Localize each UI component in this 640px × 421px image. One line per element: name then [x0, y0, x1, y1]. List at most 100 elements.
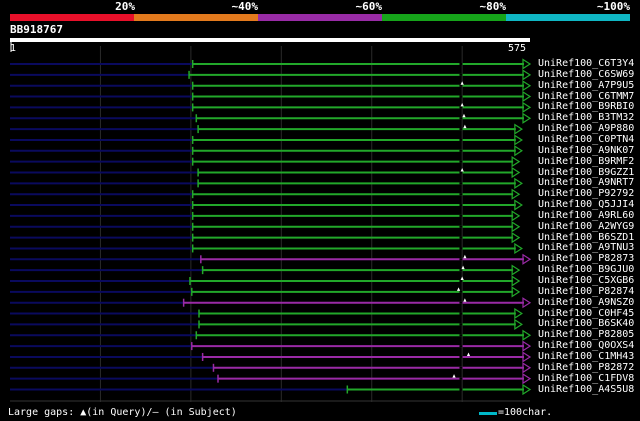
hit-row: [10, 188, 521, 200]
hit-label[interactable]: UniRef100_Q0OXS4: [538, 340, 634, 351]
hit-label[interactable]: UniRef100_A2WYG9: [538, 221, 634, 232]
hit-label[interactable]: UniRef100_C0PTN4: [538, 134, 634, 145]
hit-label[interactable]: UniRef100_C6SW69: [538, 69, 634, 80]
hit-label[interactable]: UniRef100_C5XGB6: [538, 275, 634, 286]
hit-label[interactable]: UniRef100_P92792: [538, 188, 634, 199]
hit-label[interactable]: UniRef100_P82873: [538, 253, 634, 264]
arrow-head: [522, 101, 532, 113]
arrow-head: [514, 318, 523, 330]
arrow-head: [522, 80, 532, 92]
arrow-head: [522, 58, 532, 70]
hit-row: [10, 210, 521, 222]
hit-label[interactable]: UniRef100_A9P880: [538, 123, 634, 134]
hit-row: [10, 101, 532, 113]
arrow-head: [511, 188, 521, 200]
query-gap-marker: [463, 124, 467, 129]
query-gap-marker: [463, 298, 467, 302]
hit-label[interactable]: UniRef100_P82805: [538, 329, 634, 340]
hit-row: [10, 90, 532, 103]
arrow-head: [522, 373, 532, 385]
hit-label[interactable]: UniRef100_B9GZZ1: [538, 167, 634, 178]
arrow-head: [522, 90, 532, 103]
hit-label[interactable]: UniRef100_A4S5U8: [538, 384, 634, 395]
arrow-head: [522, 297, 532, 309]
arrow-head: [511, 232, 521, 244]
hit-row: [10, 58, 532, 70]
hit-row: [10, 340, 532, 352]
hit-label[interactable]: UniRef100_C1MH43: [538, 351, 634, 362]
hit-row: [10, 351, 532, 363]
arrow-head: [514, 134, 523, 146]
hit-row: [10, 264, 521, 276]
hit-row: [10, 69, 532, 81]
query-gap-marker: [452, 374, 456, 378]
arrow-head: [522, 362, 532, 374]
arrow-head: [511, 221, 521, 233]
hit-label[interactable]: UniRef100_A9RL60: [538, 210, 634, 221]
query-gap-marker: [466, 352, 471, 356]
hit-label[interactable]: UniRef100_B9GJU0: [538, 264, 634, 275]
hit-row: [10, 134, 523, 146]
hit-row: [10, 199, 523, 211]
arrow-head: [522, 69, 532, 81]
arrow-head: [522, 112, 532, 124]
query-gap-marker: [462, 113, 466, 118]
arrow-head: [514, 242, 523, 255]
hit-label[interactable]: UniRef100_A9NSZ0: [538, 297, 634, 308]
hit-label[interactable]: UniRef100_P82874: [538, 286, 634, 297]
hit-label[interactable]: UniRef100_A7P9U5: [538, 80, 634, 91]
arrow-head: [522, 329, 532, 341]
hit-label[interactable]: UniRef100_C6T3Y4: [538, 58, 634, 69]
hit-row: [10, 329, 532, 341]
hit-label[interactable]: UniRef100_Q5JJI4: [538, 199, 634, 210]
query-gap-marker: [456, 287, 461, 291]
query-gap-marker: [460, 276, 464, 280]
hit-row: [10, 177, 523, 189]
hit-row: [10, 318, 523, 330]
hit-row: [10, 373, 532, 385]
hit-label[interactable]: UniRef100_B6SZD1: [538, 232, 634, 243]
arrow-head: [514, 199, 523, 211]
query-gap-marker: [463, 254, 467, 259]
hit-label[interactable]: UniRef100_P82872: [538, 362, 634, 373]
hit-row: [10, 383, 532, 396]
hit-row: [10, 362, 532, 374]
hit-label[interactable]: UniRef100_A9NK07: [538, 145, 634, 156]
hit-row: [10, 242, 523, 255]
hit-label[interactable]: UniRef100_B9RBI0: [538, 101, 634, 112]
arrow-head: [514, 307, 523, 320]
hit-row: [10, 123, 523, 135]
query-gap-marker: [460, 168, 464, 172]
hit-label[interactable]: UniRef100_C6TMM7: [538, 91, 634, 102]
arrow-head: [511, 286, 521, 298]
scale-bar: [479, 412, 497, 415]
hit-row: [10, 145, 523, 157]
hit-label[interactable]: UniRef100_A9NRT7: [538, 177, 634, 188]
arrow-head: [522, 383, 532, 396]
arrow-head: [522, 351, 532, 363]
arrow-head: [522, 253, 532, 265]
hit-row: [10, 307, 523, 320]
hit-row: [10, 112, 532, 124]
arrow-head: [514, 177, 523, 189]
arrow-head: [514, 145, 523, 157]
hit-label[interactable]: UniRef100_C1FDV8: [538, 373, 634, 384]
arrow-head: [511, 156, 521, 168]
hit-row: [10, 80, 532, 92]
arrow-head: [511, 210, 521, 222]
arrow-head: [511, 275, 521, 287]
hit-row: [10, 253, 532, 265]
hit-row: [10, 286, 521, 298]
arrow-head: [522, 340, 532, 352]
hit-label[interactable]: UniRef100_C0HF45: [538, 308, 634, 319]
hit-row: [10, 166, 521, 179]
hit-label[interactable]: UniRef100_B3TM32: [538, 112, 634, 123]
arrow-head: [511, 166, 521, 179]
hit-row: [10, 156, 521, 168]
hit-label[interactable]: UniRef100_A9TNU3: [538, 242, 634, 253]
hit-label[interactable]: UniRef100_B6SK40: [538, 318, 634, 329]
gap-legend: Large gaps: ▲(in Query)/– (in Subject): [8, 407, 237, 418]
hit-label[interactable]: UniRef100_B9RMF2: [538, 156, 634, 167]
query-gap-marker: [460, 81, 464, 85]
arrow-head: [514, 123, 523, 135]
